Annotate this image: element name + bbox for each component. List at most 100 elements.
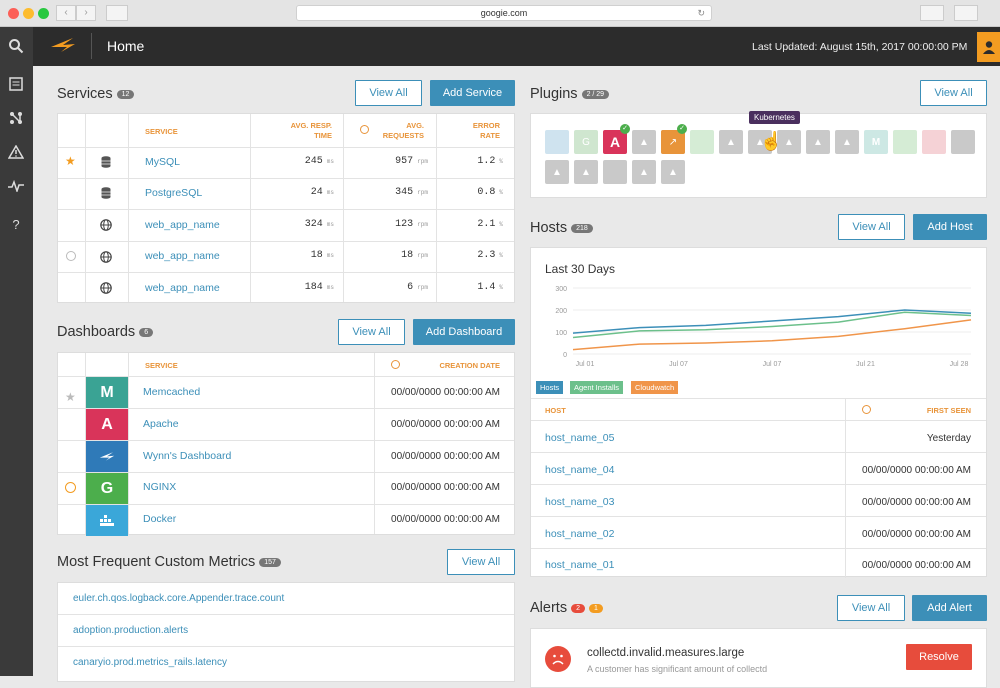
reload-icon[interactable]: ↻ [697, 6, 705, 20]
user-avatar[interactable] [977, 32, 1000, 62]
share-icon[interactable] [920, 5, 944, 21]
host-link[interactable]: host_name_04 [545, 464, 614, 476]
y-tick-label: 0 [563, 352, 567, 359]
col-error-rate[interactable]: ERROR RATE [458, 121, 500, 141]
favorite-star-icon[interactable]: ★ [65, 390, 76, 404]
dashboard-link[interactable]: Wynn's Dashboard [143, 450, 231, 462]
page-title: Home [107, 38, 145, 54]
services-view-all-button[interactable]: View All [355, 80, 422, 106]
plugin-icon[interactable]: M [864, 130, 888, 154]
plugin-icon[interactable] [951, 130, 975, 154]
plugin-icon[interactable] [690, 130, 714, 154]
legend-hosts[interactable]: Hosts [536, 381, 564, 394]
address-bar[interactable]: googie.com ↻ [296, 5, 712, 21]
plugin-icon[interactable]: ▲ [632, 160, 656, 184]
plugin-icon[interactable]: ▲ [632, 130, 656, 154]
plugin-icon[interactable]: ▲ [835, 130, 859, 154]
topology-icon[interactable] [5, 107, 27, 129]
list-icon[interactable] [5, 73, 27, 95]
plugin-icon[interactable]: ▲ [574, 160, 598, 184]
sort-icon[interactable] [862, 405, 871, 414]
dashboard-link[interactable]: Apache [143, 418, 179, 430]
alerts-view-all-button[interactable]: View All [837, 595, 905, 621]
col-avg-requests[interactable]: AVG. REQUESTS [378, 121, 424, 141]
legend-cloudwatch[interactable]: Cloudwatch [631, 381, 679, 394]
close-window-button[interactable] [8, 8, 19, 19]
metric-link[interactable]: adoption.production.alerts [73, 625, 188, 636]
warning-icon[interactable] [5, 141, 27, 163]
service-link[interactable]: web_app_name [145, 282, 220, 294]
sort-icon[interactable] [391, 360, 400, 369]
service-link[interactable]: MySQL [145, 156, 180, 168]
first-seen-cell: 00/00/0000 00:00:00 AM [862, 529, 971, 540]
url-text: googie.com [480, 8, 528, 18]
dashboard-link[interactable]: Docker [143, 513, 176, 525]
host-link[interactable]: host_name_05 [545, 432, 614, 444]
hosts-view-all-button[interactable]: View All [838, 214, 905, 240]
resp-cell: 245 ms [304, 156, 334, 167]
col-avg-resp[interactable]: AVG. RESP. TIME [276, 121, 332, 141]
metric-link[interactable]: canaryio.prod.metrics_rails.latency [73, 657, 227, 668]
series-line-hosts [572, 309, 972, 334]
first-seen-cell: 00/00/0000 00:00:00 AM [862, 465, 971, 476]
help-icon[interactable]: ? [5, 213, 27, 235]
add-host-button[interactable]: Add Host [913, 214, 987, 240]
requests-cell: 123 rpm [395, 219, 428, 230]
plugin-icon[interactable]: G [574, 130, 598, 154]
col-service[interactable]: SERVICE [145, 127, 178, 136]
add-dashboard-button[interactable]: Add Dashboard [413, 319, 515, 345]
plugin-icon[interactable]: ▲ [719, 130, 743, 154]
maximize-window-button[interactable] [38, 8, 49, 19]
resp-cell: 184 ms [304, 282, 334, 293]
plugin-icon[interactable]: ▲ [661, 160, 685, 184]
plugin-icon[interactable] [603, 160, 627, 184]
sort-icon[interactable] [360, 125, 369, 134]
database-icon [101, 186, 111, 204]
plugin-icon[interactable] [545, 130, 569, 154]
service-link[interactable]: PostgreSQL [145, 187, 202, 199]
dashboard-link[interactable]: Memcached [143, 386, 200, 398]
services-count-badge: 12 [116, 89, 135, 99]
plugin-icon[interactable]: ▲ [545, 160, 569, 184]
sidebar-toggle-icon[interactable] [106, 5, 128, 21]
host-link[interactable]: host_name_01 [545, 559, 614, 571]
favorite-star-icon[interactable]: ★ [65, 154, 76, 168]
col-service[interactable]: SERVICE [145, 361, 178, 370]
minimize-window-button[interactable] [23, 8, 34, 19]
last-updated: Last Updated: August 15th, 2017 00:00:00… [752, 41, 968, 53]
logo-icon[interactable] [49, 36, 77, 61]
forward-button[interactable]: › [76, 5, 96, 21]
legend-agent-installs[interactable]: Agent Installs [570, 381, 624, 394]
activity-icon[interactable] [5, 175, 27, 197]
sad-face-icon [545, 646, 571, 672]
installed-check-icon: ✓ [620, 124, 630, 134]
dashboards-view-all-button[interactable]: View All [338, 319, 405, 345]
x-tick-label: Jul 01 [576, 361, 595, 368]
alerts-title: Alerts 2 1 [530, 600, 603, 616]
service-link[interactable]: web_app_name [145, 250, 220, 262]
back-button[interactable]: ‹ [56, 5, 76, 21]
host-link[interactable]: host_name_03 [545, 496, 614, 508]
host-link[interactable]: host_name_02 [545, 528, 614, 540]
service-link[interactable]: web_app_name [145, 219, 220, 231]
nginx-icon: G [86, 473, 128, 504]
plugin-icon[interactable] [893, 130, 917, 154]
plugin-icon[interactable] [922, 130, 946, 154]
dashboards-title: Dashboards 6 [57, 324, 154, 340]
dashboard-link[interactable]: NGINX [143, 481, 176, 493]
col-creation-date[interactable]: CREATION DATE [418, 361, 500, 370]
col-host[interactable]: HOST [545, 406, 566, 415]
add-alert-button[interactable]: Add Alert [912, 595, 987, 621]
col-first-seen[interactable]: FIRST SEEN [891, 406, 971, 415]
add-service-button[interactable]: Add Service [430, 80, 515, 106]
plugin-icon[interactable]: ▲ [806, 130, 830, 154]
metric-link[interactable]: euler.ch.qos.logback.core.Appender.trace… [73, 593, 284, 604]
metrics-view-all-button[interactable]: View All [447, 549, 515, 575]
tabs-icon[interactable] [954, 5, 978, 21]
solarwinds-icon [86, 441, 128, 472]
resolve-button[interactable]: Resolve [906, 644, 972, 670]
alert-title[interactable]: collectd.invalid.measures.large [587, 647, 744, 659]
error-rate-cell: 1.2% [477, 156, 503, 167]
search-icon[interactable] [5, 35, 27, 57]
plugins-view-all-button[interactable]: View All [920, 80, 987, 106]
